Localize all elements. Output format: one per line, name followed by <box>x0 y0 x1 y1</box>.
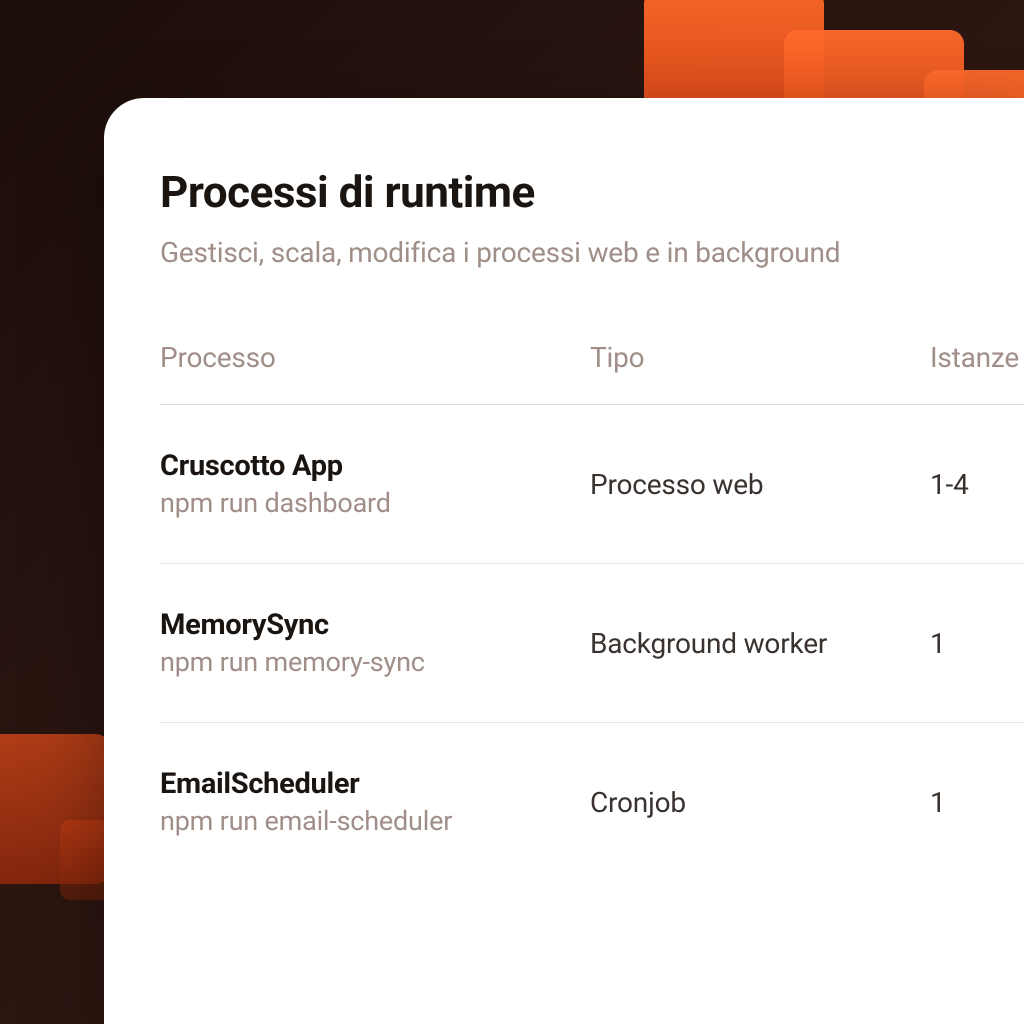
card-title: Processi di runtime <box>160 166 1024 218</box>
process-type: Cronjob <box>590 786 930 819</box>
process-name: EmailScheduler <box>160 767 590 801</box>
process-instances: 1-4 <box>930 468 1024 501</box>
table-row[interactable]: EmailScheduler npm run email-scheduler C… <box>160 723 1024 881</box>
table-row[interactable]: MemorySync npm run memory-sync Backgroun… <box>160 564 1024 723</box>
process-type: Background worker <box>590 627 930 660</box>
process-instances: 1 <box>930 786 1024 819</box>
column-header-process: Processo <box>160 341 590 374</box>
process-command: npm run dashboard <box>160 487 590 519</box>
column-header-instances: Istanze <box>930 341 1024 374</box>
table-header-row: Processo Tipo Istanze <box>160 341 1024 405</box>
table-row[interactable]: Cruscotto App npm run dashboard Processo… <box>160 405 1024 564</box>
process-instances: 1 <box>930 627 1024 660</box>
process-command: npm run memory-sync <box>160 646 590 678</box>
process-command: npm run email-scheduler <box>160 805 590 837</box>
card-subtitle: Gestisci, scala, modifica i processi web… <box>160 236 1024 269</box>
process-cell: Cruscotto App npm run dashboard <box>160 449 590 519</box>
process-name: Cruscotto App <box>160 449 590 483</box>
column-header-type: Tipo <box>590 341 930 374</box>
process-name: MemorySync <box>160 608 590 642</box>
processes-table: Processo Tipo Istanze Cruscotto App npm … <box>160 341 1024 881</box>
process-cell: EmailScheduler npm run email-scheduler <box>160 767 590 837</box>
runtime-processes-card: Processi di runtime Gestisci, scala, mod… <box>104 98 1024 1024</box>
process-type: Processo web <box>590 468 930 501</box>
process-cell: MemorySync npm run memory-sync <box>160 608 590 678</box>
